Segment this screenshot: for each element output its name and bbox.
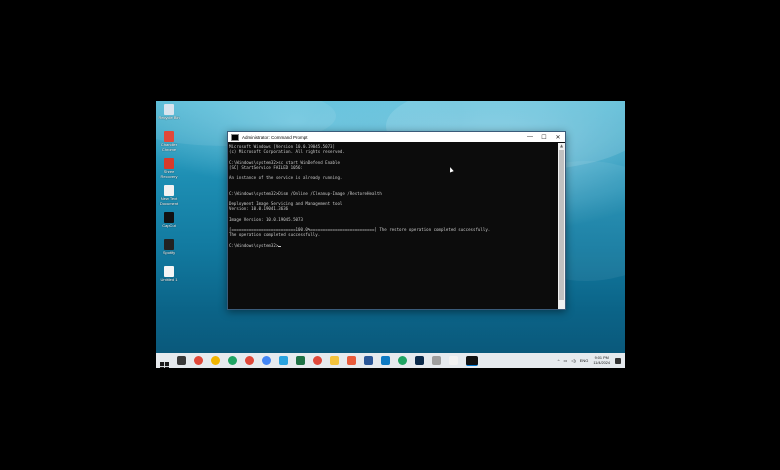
pdf-file-icon	[164, 158, 174, 169]
word-icon[interactable]	[364, 356, 373, 365]
file-explorer-icon[interactable]	[330, 356, 339, 365]
cmd-app-icon	[231, 133, 239, 141]
task-view-icon[interactable]	[177, 356, 186, 365]
desktop: Recycle Bin Chandler Chrome Shree Recovery…	[156, 101, 625, 368]
window-title-bar[interactable]: Administrator: Command Prompt — ☐ ✕	[228, 132, 565, 142]
chrome-icon[interactable]	[245, 356, 254, 365]
console-output[interactable]: Microsoft Windows [Version 10.0.19045.50…	[228, 143, 557, 309]
app-icon[interactable]	[432, 356, 441, 365]
desktop-shortcut-label: CapCut	[162, 223, 176, 228]
telegram-icon[interactable]	[279, 356, 288, 365]
scrollbar-thumb[interactable]	[559, 150, 564, 300]
chrome-icon[interactable]	[194, 356, 203, 365]
notepad-icon[interactable]	[449, 356, 458, 365]
desktop-shortcut-label: Untitled 1	[160, 277, 178, 282]
windows-start-icon[interactable]	[160, 356, 169, 368]
close-button[interactable]: ✕	[551, 132, 565, 142]
chrome-icon[interactable]	[262, 356, 271, 365]
maximize-button[interactable]: ☐	[537, 132, 551, 142]
chevron-up-icon[interactable]: ^	[558, 358, 560, 363]
clock[interactable]: 9:01 PM 11/4/2024	[593, 356, 610, 365]
vertical-scrollbar[interactable]: ▲	[558, 143, 565, 309]
minimize-button[interactable]: —	[523, 132, 537, 142]
text-cursor	[278, 245, 281, 247]
desktop-shortcut-label: Chandler Chrome	[160, 142, 178, 152]
capcut-icon	[164, 212, 174, 223]
scroll-up-icon[interactable]: ▲	[558, 143, 565, 149]
app-shortcut-icon	[164, 239, 174, 250]
paint-icon[interactable]	[347, 356, 356, 365]
desktop-shortcut[interactable]: Shree Recovery	[157, 158, 181, 179]
window-title: Administrator: Command Prompt	[242, 134, 308, 140]
document-icon	[164, 266, 174, 277]
desktop-shortcut[interactable]: CapCut	[157, 212, 181, 229]
desktop-shortcut-label: Shree Recovery	[160, 169, 178, 179]
chrome-icon	[164, 131, 174, 142]
recycle-bin-icon	[164, 104, 174, 115]
system-tray: ^ ▭ ◁) ENG 9:01 PM 11/4/2024	[556, 353, 621, 368]
clock-date: 11/4/2024	[593, 360, 610, 365]
volume-icon[interactable]: ◁)	[571, 358, 575, 363]
taskbar: ^ ▭ ◁) ENG 9:01 PM 11/4/2024	[156, 353, 625, 368]
network-icon[interactable]: ▭	[564, 358, 568, 363]
cmd-icon[interactable]	[466, 355, 478, 366]
desktop-shortcut[interactable]: Chandler Chrome	[157, 131, 181, 152]
edge-icon[interactable]	[381, 356, 390, 365]
chrome-icon[interactable]	[313, 356, 322, 365]
excel-icon[interactable]	[296, 356, 305, 365]
desktop-shortcut[interactable]: Untitled 1	[157, 266, 181, 283]
text-file-icon	[164, 185, 174, 196]
notification-icon[interactable]	[615, 357, 621, 364]
desktop-shortcut[interactable]: New Text Document	[157, 185, 181, 206]
chrome-icon[interactable]	[398, 356, 407, 365]
desktop-shortcut-label: Recycle Bin	[158, 115, 180, 120]
desktop-shortcut-label: Spotify	[162, 250, 176, 255]
desktop-shortcut[interactable]: Spotify	[157, 239, 181, 256]
taskbar-pinned-apps	[156, 355, 482, 368]
language-indicator[interactable]: ENG	[580, 358, 589, 363]
console-line: C:\Windows\system32>	[229, 243, 557, 248]
chrome-icon[interactable]	[228, 356, 237, 365]
clock-time: 9:01 PM	[594, 356, 609, 361]
desktop-shortcut-label: New Text Document	[159, 196, 179, 206]
command-prompt-window[interactable]: Administrator: Command Prompt — ☐ ✕ Micr…	[227, 131, 566, 310]
desktop-shortcut[interactable]: Recycle Bin	[157, 104, 181, 121]
photoshop-icon[interactable]	[415, 356, 424, 365]
chrome-icon[interactable]	[211, 356, 220, 365]
